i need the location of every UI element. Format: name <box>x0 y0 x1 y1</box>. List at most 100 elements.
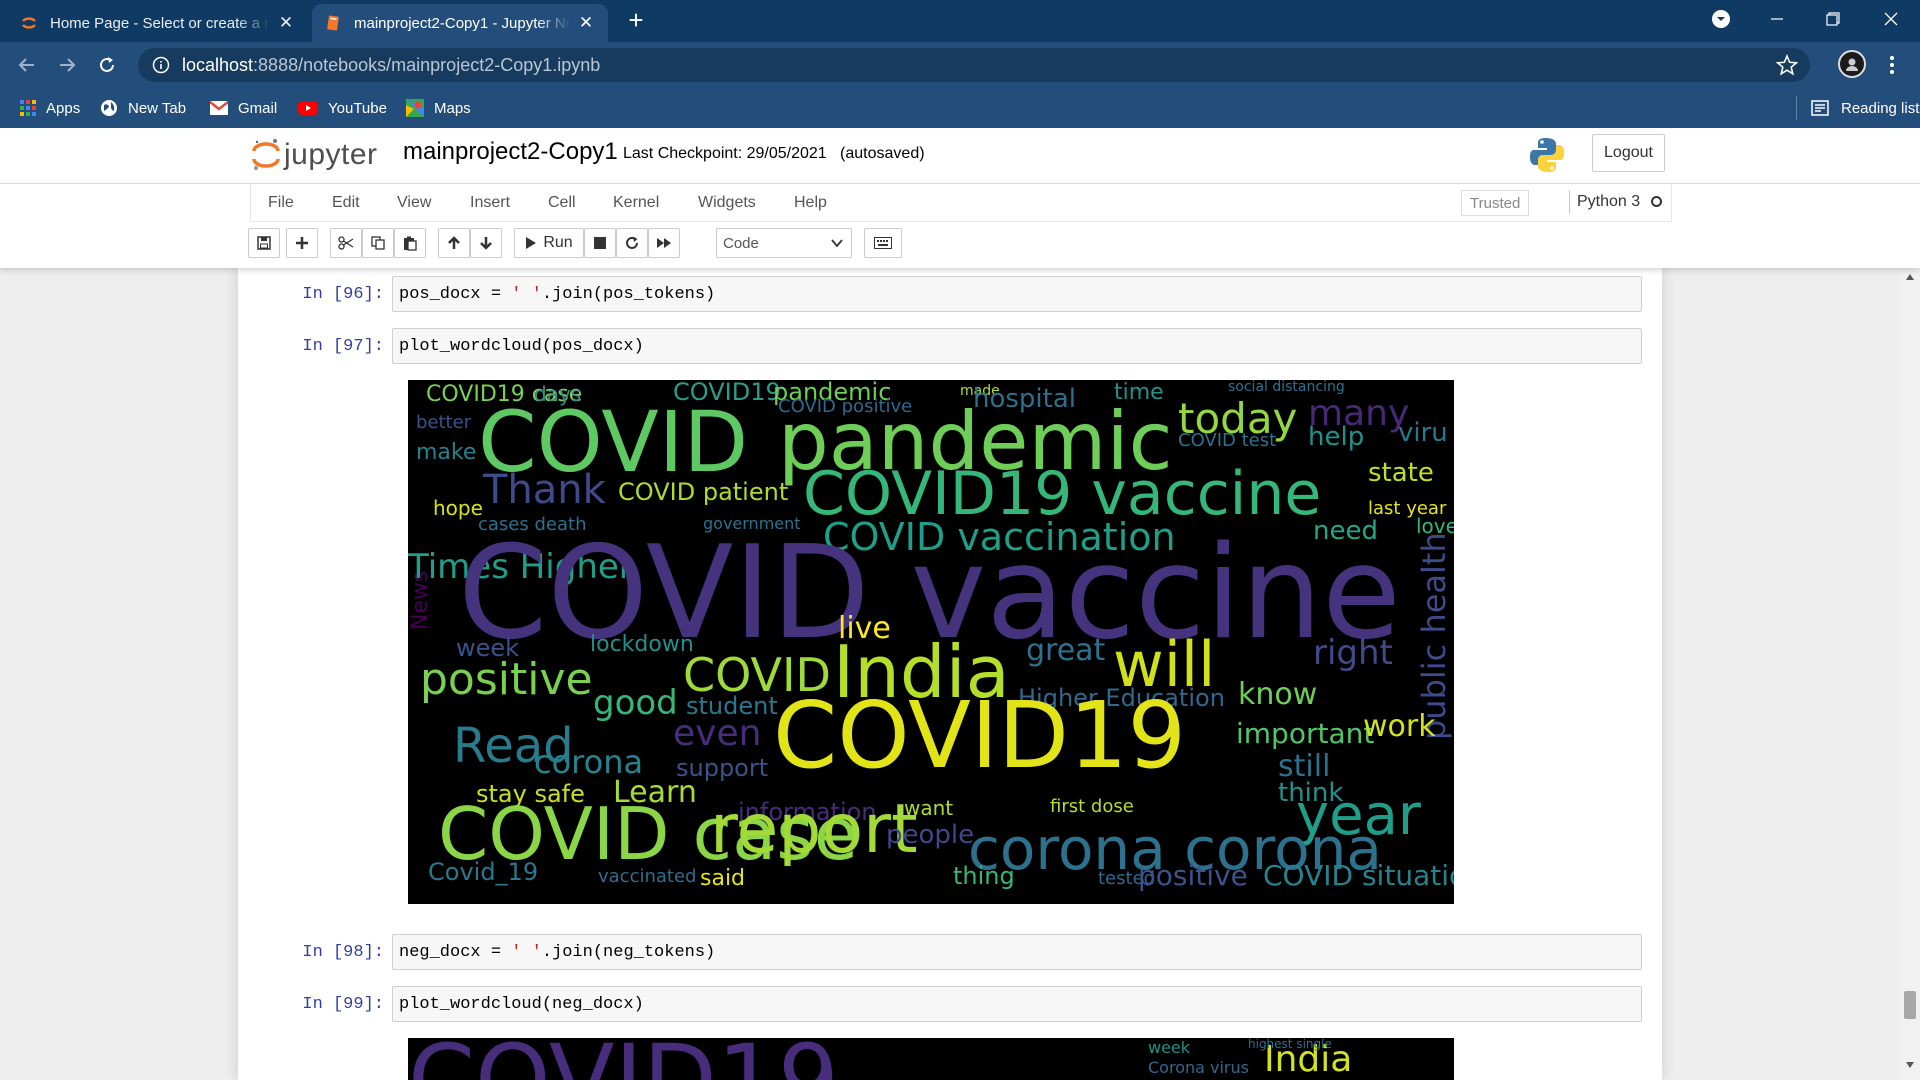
kebab-menu-icon[interactable] <box>1880 50 1904 80</box>
keyboard-icon <box>874 237 892 249</box>
scissors-icon <box>338 236 354 250</box>
wordcloud-word: help <box>1308 422 1365 452</box>
insert-cell-button[interactable] <box>286 228 318 258</box>
address-bar[interactable]: localhost:8888/notebooks/mainproject2-Co… <box>138 48 1810 82</box>
notebook-name[interactable]: mainproject2-Copy1 <box>403 138 618 166</box>
close-tab-icon[interactable]: ✕ <box>276 13 296 33</box>
code-input[interactable]: neg_docx = ' ' .join(neg_tokens) <box>392 934 1642 970</box>
menu-help[interactable]: Help <box>794 194 827 212</box>
jupyter-logo[interactable]: jupyter <box>252 136 378 174</box>
reading-list-label: Reading list <box>1841 99 1920 117</box>
reload-icon[interactable] <box>92 50 122 80</box>
code-text: pos_docx = <box>399 284 512 304</box>
wordcloud-word: COVID situation <box>1263 859 1454 892</box>
tab-notebook[interactable]: mainproject2-Copy1 - Jupyter Notebook ✕ <box>312 4 608 42</box>
save-button[interactable] <box>248 228 280 258</box>
move-down-button[interactable] <box>470 228 502 258</box>
code-text: plot_wordcloud(neg_docx) <box>399 994 644 1014</box>
cut-button[interactable] <box>330 228 362 258</box>
code-string: ' ' <box>511 942 542 962</box>
cell-type-select[interactable]: Code <box>716 228 852 258</box>
jupyter-icon <box>22 17 36 29</box>
wordcloud-word: know <box>1238 677 1318 712</box>
wordcloud-word: first dose <box>1050 796 1134 817</box>
wordcloud-word: hope <box>433 496 483 520</box>
code-input[interactable]: plot_wordcloud(neg_docx) <box>392 986 1642 1022</box>
menu-widgets[interactable]: Widgets <box>698 194 756 212</box>
bookmark-apps[interactable]: Apps <box>20 96 80 120</box>
restart-run-all-button[interactable] <box>648 228 680 258</box>
globe-icon <box>101 100 117 116</box>
restore-icon[interactable] <box>1818 4 1848 34</box>
plus-icon <box>296 237 308 249</box>
menu-edit[interactable]: Edit <box>332 194 360 212</box>
bookmark-label: YouTube <box>328 99 387 117</box>
wordcloud-negative-image: COVID19Indiaweekhighest singleCorona vir… <box>408 1038 1454 1080</box>
wordcloud-word: week <box>1148 1038 1191 1057</box>
url-input[interactable]: localhost:8888/notebooks/mainproject2-Co… <box>182 55 1682 76</box>
code-text: .join(neg_tokens) <box>541 942 716 962</box>
code-input[interactable]: plot_wordcloud(pos_docx) <box>392 328 1642 364</box>
minimize-icon[interactable] <box>1762 4 1792 34</box>
new-tab-button[interactable]: + <box>624 7 648 33</box>
move-up-button[interactable] <box>438 228 470 258</box>
bookmark-maps[interactable]: Maps <box>406 96 471 120</box>
site-info-icon[interactable] <box>150 54 172 76</box>
url-host: localhost <box>182 54 254 75</box>
wordcloud-word: COVID19 <box>408 1038 839 1080</box>
back-arrow-icon[interactable] <box>12 50 42 80</box>
bookmark-star-icon[interactable] <box>1776 54 1798 76</box>
profile-avatar[interactable] <box>1838 50 1866 78</box>
wordcloud-positive-image: COVID19 case days COVID19 pandemic made hospi… <box>408 380 1454 904</box>
notebook-menubar: File Edit View Insert Cell Kernel Widget… <box>0 184 1920 268</box>
wordcloud-word: Covid_19 <box>428 858 539 886</box>
input-prompt: In [96]: <box>302 285 384 304</box>
scroll-up-icon[interactable] <box>1906 274 1914 280</box>
close-tab-icon[interactable]: ✕ <box>576 13 596 33</box>
restart-button[interactable] <box>616 228 648 258</box>
bookmarks-bar: Apps New Tab Gmail YouTube Maps Reading … <box>0 88 1920 128</box>
maps-icon <box>406 99 424 117</box>
tab-search-icon[interactable] <box>1706 4 1736 34</box>
menu-row: File Edit View Insert Cell Kernel Widget… <box>250 184 1672 222</box>
trusted-indicator[interactable]: Trusted <box>1461 190 1530 216</box>
logout-button[interactable]: Logout <box>1592 134 1665 172</box>
close-window-icon[interactable] <box>1876 4 1906 34</box>
menu-file[interactable]: File <box>268 194 294 212</box>
jupyter-header: jupyter mainproject2-Copy1 Last Checkpoi… <box>0 128 1920 184</box>
page-scrollbar[interactable] <box>1900 268 1920 1080</box>
bookmark-label: New Tab <box>128 99 187 117</box>
reading-list-button[interactable]: Reading list <box>1796 96 1919 120</box>
run-label: Run <box>543 234 573 251</box>
scroll-down-icon[interactable] <box>1906 1062 1914 1068</box>
forward-arrow-icon[interactable] <box>52 50 82 80</box>
tab-title: mainproject2-Copy1 - Jupyter Notebook <box>354 14 570 32</box>
wordcloud-word: important <box>1236 717 1375 750</box>
wordcloud-word: good <box>593 683 678 723</box>
menu-kernel[interactable]: Kernel <box>613 194 659 212</box>
gmail-icon <box>210 101 228 115</box>
code-input[interactable]: pos_docx = ' ' .join(pos_tokens) <box>392 276 1642 312</box>
browser-tab-strip: Home Page - Select or create a notebook … <box>0 0 1920 42</box>
tab-home-page[interactable]: Home Page - Select or create a notebook … <box>8 4 308 42</box>
interrupt-button[interactable] <box>584 228 616 258</box>
scrollbar-thumb[interactable] <box>1904 991 1916 1019</box>
wordcloud-word: News <box>408 570 433 630</box>
command-palette-button[interactable] <box>864 228 902 258</box>
tab-title: Home Page - Select or create a notebook <box>50 14 270 32</box>
menu-insert[interactable]: Insert <box>470 194 510 212</box>
paste-button[interactable] <box>394 228 426 258</box>
wordcloud-word: COVID test <box>1178 430 1277 451</box>
kernel-name[interactable]: Python 3 <box>1577 193 1640 211</box>
input-prompt: In [97]: <box>302 337 384 356</box>
menu-cell[interactable]: Cell <box>548 194 576 212</box>
run-button[interactable]: Run <box>514 228 584 258</box>
bookmark-youtube[interactable]: YouTube <box>298 96 387 120</box>
bookmark-new-tab[interactable]: New Tab <box>100 96 186 120</box>
wordcloud-word: Corona virus <box>1148 1058 1249 1077</box>
bookmark-gmail[interactable]: Gmail <box>210 96 277 120</box>
stop-icon <box>594 237 606 249</box>
bookmark-label: Gmail <box>238 99 278 117</box>
copy-button[interactable] <box>362 228 394 258</box>
menu-view[interactable]: View <box>397 194 431 212</box>
